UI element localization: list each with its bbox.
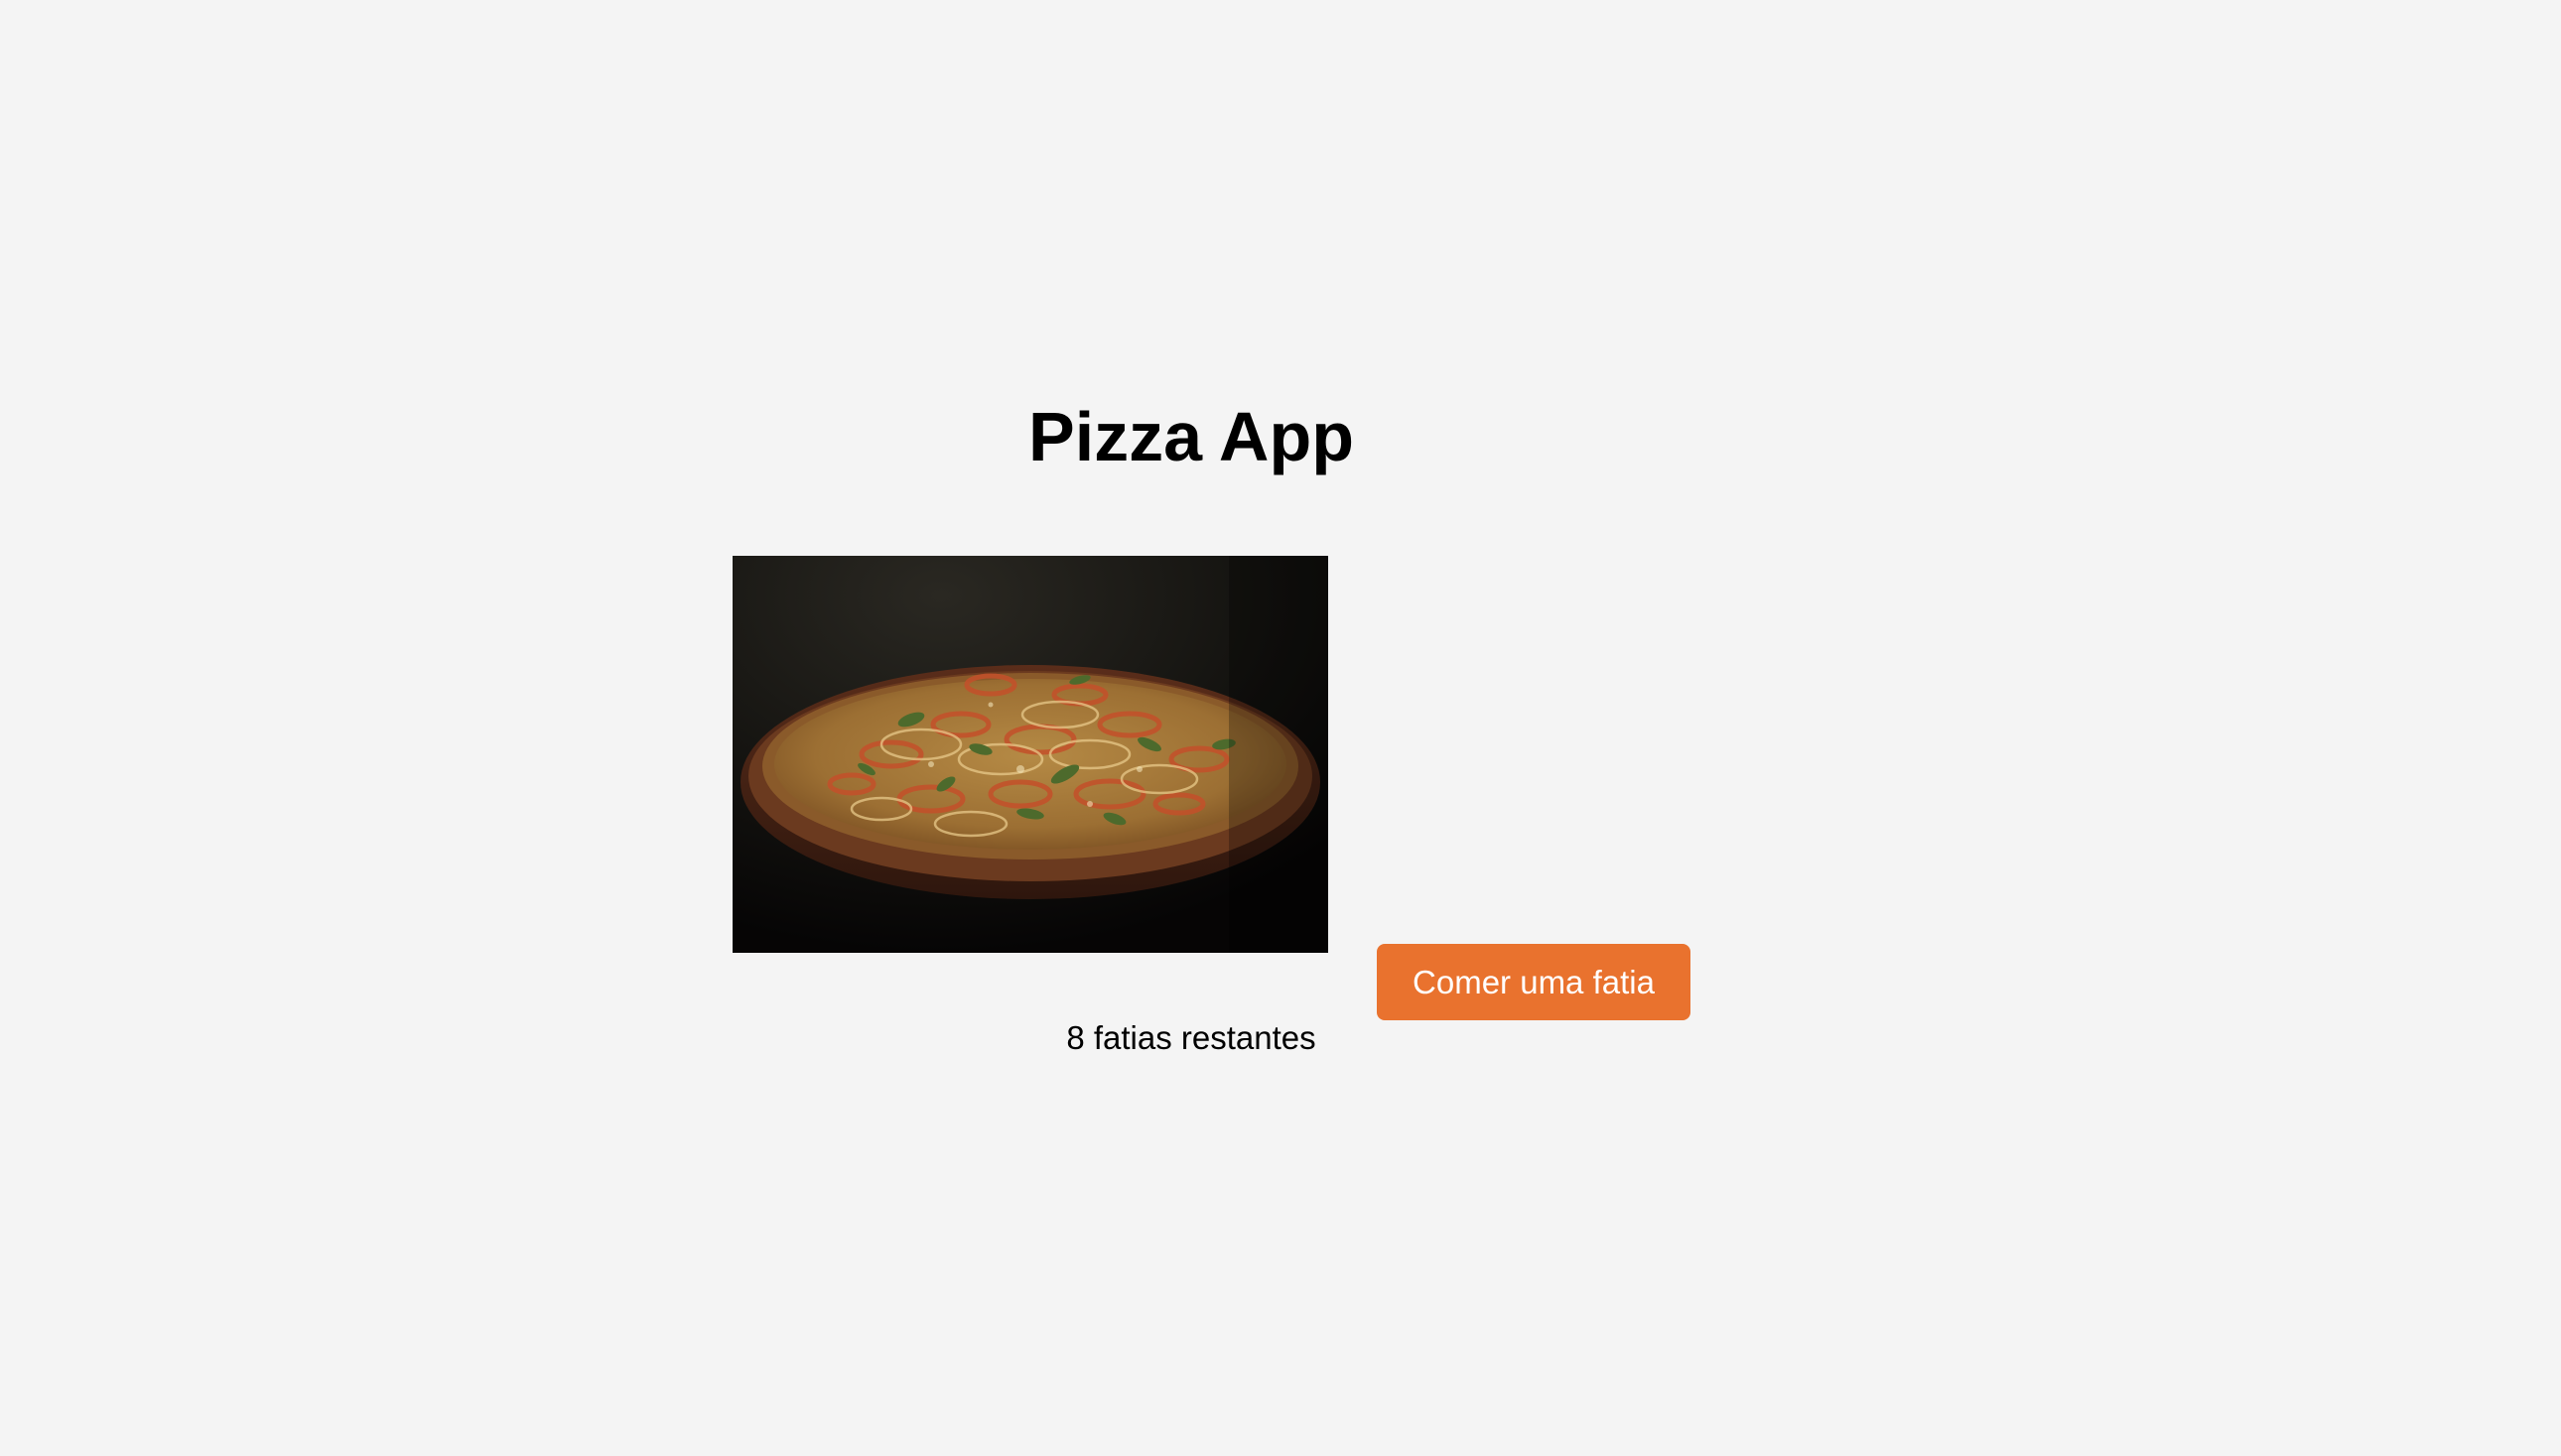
pizza-app: Pizza App Comer uma fatia 8 fatias resta… [0, 0, 2561, 1456]
eat-slice-button[interactable]: Comer uma fatia [1377, 944, 1690, 1020]
pizza-image [733, 556, 1328, 953]
page-title: Pizza App [1028, 398, 1354, 475]
slices-remaining-text: 8 fatias restantes [1066, 1019, 1316, 1056]
